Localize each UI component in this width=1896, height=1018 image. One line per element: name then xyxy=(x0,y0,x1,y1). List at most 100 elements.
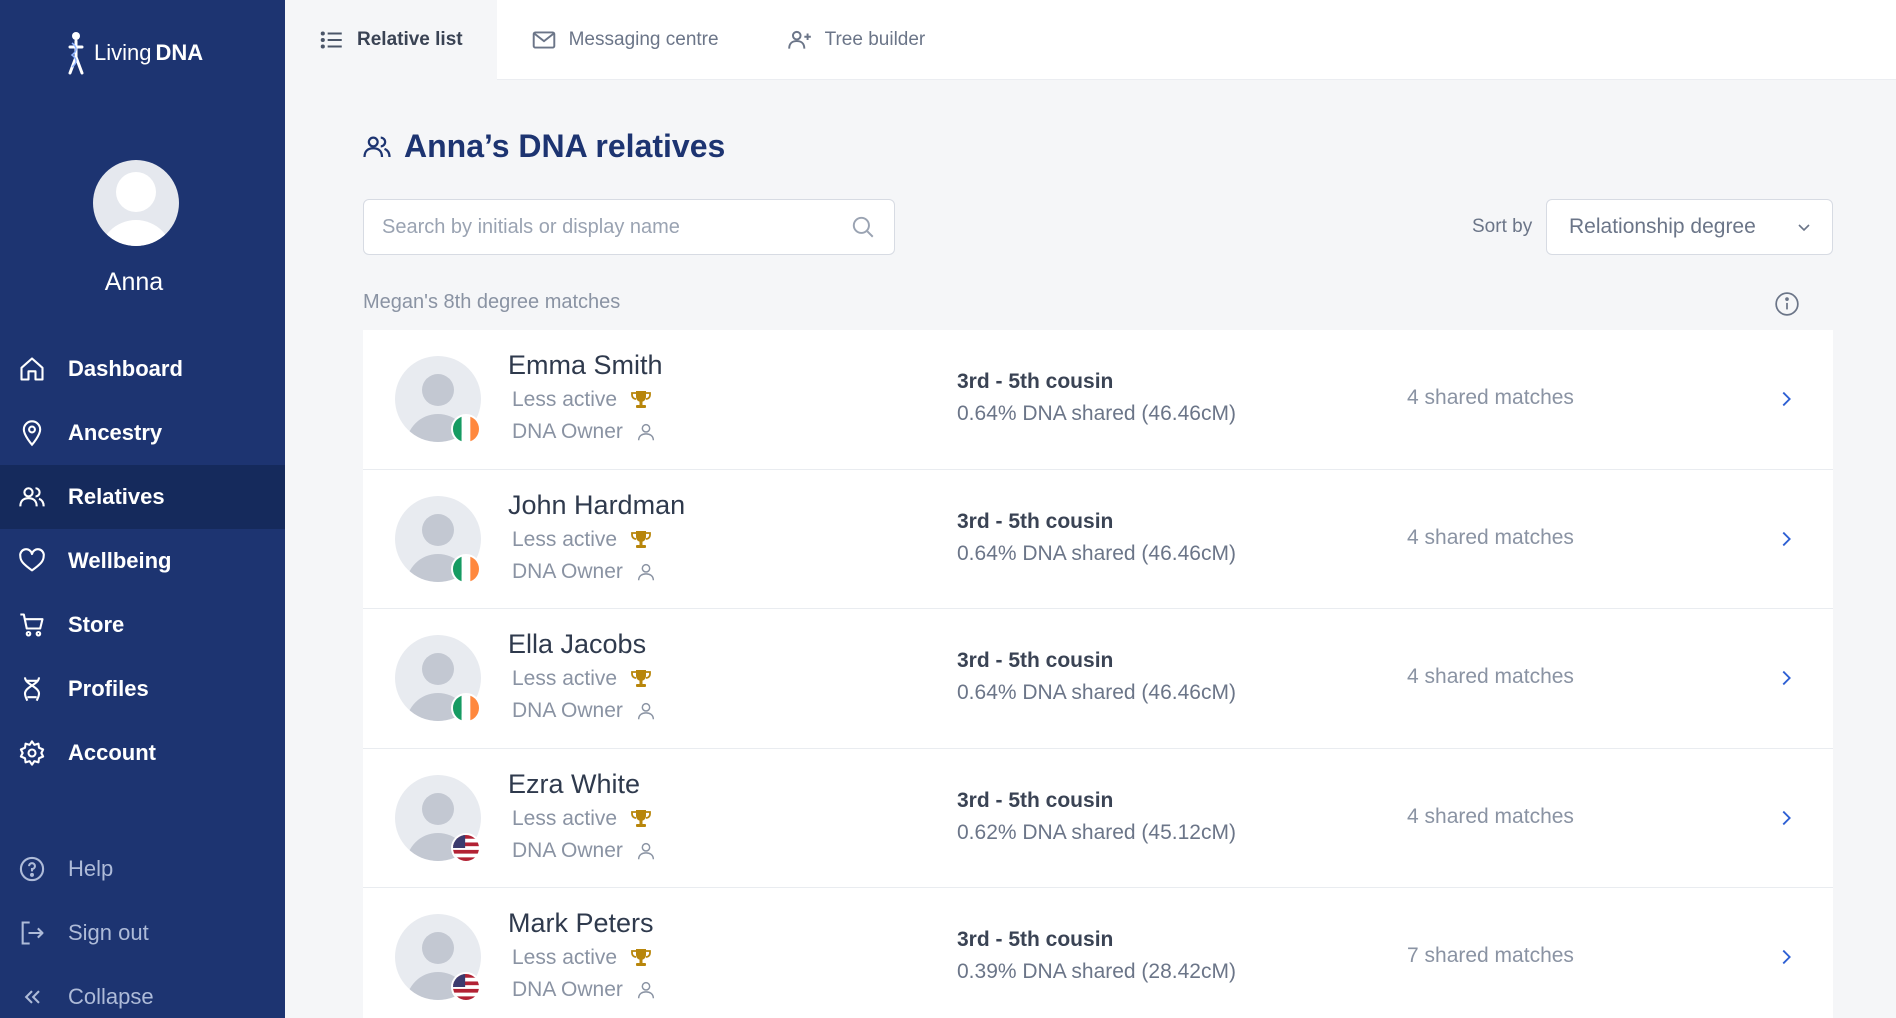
sidebar-item-label: Dashboard xyxy=(68,356,183,381)
ireland-flag-icon xyxy=(451,414,481,444)
info-icon[interactable] xyxy=(1774,291,1800,317)
tab-relative-list[interactable]: Relative list xyxy=(285,0,497,80)
shared-matches: 4 shared matches xyxy=(1407,804,1574,828)
chevron-down-icon xyxy=(1798,224,1810,232)
trophy-icon xyxy=(631,391,651,408)
search-input[interactable] xyxy=(382,215,850,239)
tab-label: Tree builder xyxy=(824,29,926,50)
relative-owner: DNA Owner xyxy=(512,699,657,723)
relative-row[interactable]: Mark Peters Less active DNA Owner 3rd - … xyxy=(363,888,1833,1018)
relative-row[interactable]: Ella Jacobs Less active DNA Owner 3rd - … xyxy=(363,609,1833,749)
trophy-icon xyxy=(631,809,651,827)
dna-shared: 0.39% DNA shared (28.42cM) xyxy=(957,960,1236,983)
sidebar-item-collapse[interactable]: Collapse xyxy=(0,965,285,1018)
dna-figure-icon xyxy=(68,32,84,75)
sidebar-item-label: Store xyxy=(68,612,125,637)
relative-name: Ezra White xyxy=(508,768,641,799)
relative-owner: DNA Owner xyxy=(512,978,657,1002)
section-label: Megan's 8th degree matches xyxy=(363,291,621,313)
sidebar-nav: Dashboard Ancestry Relatives Wellbeing S… xyxy=(0,337,285,785)
sidebar: Living DNA Anna Dashboard Ancestry Relat… xyxy=(0,0,285,1018)
page-title-text: Anna’s DNA relatives xyxy=(404,128,726,164)
list-icon xyxy=(320,31,342,49)
tab-label: Relative list xyxy=(357,29,463,50)
ireland-flag-icon xyxy=(451,553,481,584)
relative-name: Emma Smith xyxy=(508,350,663,380)
owner-text: DNA Owner xyxy=(512,420,623,443)
sidebar-item-label: Profiles xyxy=(68,676,149,701)
heart-icon xyxy=(19,548,45,572)
relative-owner: DNA Owner xyxy=(512,560,657,584)
gear-icon xyxy=(19,740,45,766)
relative-activity: Less active xyxy=(512,946,653,970)
user-name: Anna xyxy=(104,268,164,296)
relationship-degree: 3rd - 5th cousin xyxy=(957,928,1114,951)
dna-shared: 0.64% DNA shared (46.46cM) xyxy=(957,681,1236,704)
sidebar-item-label: Account xyxy=(68,740,156,765)
relative-row[interactable]: Ezra White Less active DNA Owner 3rd - 5… xyxy=(363,749,1833,888)
shared-matches: 4 shared matches xyxy=(1407,525,1574,549)
sidebar-item-store[interactable]: Store xyxy=(0,593,285,657)
sidebar-item-account[interactable]: Account xyxy=(0,721,285,785)
mail-icon xyxy=(532,31,555,49)
sidebar-item-ancestry[interactable]: Ancestry xyxy=(0,401,285,465)
dna-shared: 0.62% DNA shared (45.12cM) xyxy=(957,820,1236,844)
relative-row[interactable]: John Hardman Less active DNA Owner 3rd -… xyxy=(363,470,1833,609)
usa-flag-icon xyxy=(451,832,481,863)
sign-out-icon xyxy=(21,921,44,945)
relative-name: John Hardman xyxy=(508,489,686,520)
sidebar-item-help[interactable]: Help xyxy=(0,837,285,901)
user-avatar[interactable] xyxy=(93,160,179,246)
sidebar-item-profiles[interactable]: Profiles xyxy=(0,657,285,721)
sort-label: Sort by xyxy=(1472,216,1533,237)
chevron-right-icon[interactable] xyxy=(1775,946,1797,968)
logo-word-dna: DNA xyxy=(155,40,204,65)
activity-text: Less active xyxy=(512,527,618,551)
usa-flag-icon xyxy=(451,972,481,1002)
trophy-icon xyxy=(631,530,651,548)
add-person-icon xyxy=(787,30,811,49)
sidebar-item-label: Ancestry xyxy=(68,420,163,445)
search-icon[interactable] xyxy=(850,214,876,240)
relative-activity: Less active xyxy=(512,807,653,831)
relative-name: Mark Peters xyxy=(508,908,654,938)
chevron-right-icon[interactable] xyxy=(1775,388,1797,410)
help-icon xyxy=(19,856,45,882)
sort-select[interactable]: Relationship degree xyxy=(1546,199,1833,255)
activity-text: Less active xyxy=(512,667,618,690)
sidebar-item-relatives[interactable]: Relatives xyxy=(0,465,285,529)
activity-text: Less active xyxy=(512,388,618,411)
shared-matches: 4 shared matches xyxy=(1407,665,1574,688)
person-icon xyxy=(637,423,654,441)
shared-matches: 4 shared matches xyxy=(1407,386,1574,409)
sort-value: Relationship degree xyxy=(1569,215,1756,238)
sidebar-item-sign-out[interactable]: Sign out xyxy=(0,901,285,965)
activity-text: Less active xyxy=(512,806,618,830)
relative-row[interactable]: Emma Smith Less active DNA Owner 3rd - 5… xyxy=(363,330,1833,470)
search-box xyxy=(363,199,895,255)
tab-tree-builder[interactable]: Tree builder xyxy=(753,0,960,80)
tab-label: Messaging centre xyxy=(568,29,719,50)
ireland-flag-icon xyxy=(451,693,481,723)
dna-icon xyxy=(23,677,41,702)
logo-word-living: Living xyxy=(94,40,152,65)
sidebar-item-wellbeing[interactable]: Wellbeing xyxy=(0,529,285,593)
owner-text: DNA Owner xyxy=(512,978,623,1001)
living-dna-logo[interactable]: Living DNA xyxy=(62,30,203,76)
chevron-right-icon[interactable] xyxy=(1775,528,1797,550)
chevron-right-icon[interactable] xyxy=(1775,807,1797,829)
double-chevron-left-icon xyxy=(24,990,40,1004)
page-title: Anna’s DNA relatives xyxy=(362,128,725,165)
dna-shared: 0.64% DNA shared (46.46cM) xyxy=(957,541,1236,565)
chevron-right-icon[interactable] xyxy=(1775,667,1797,689)
person-icon xyxy=(637,981,654,999)
tab-messaging-centre[interactable]: Messaging centre xyxy=(497,0,753,80)
map-pin-icon xyxy=(22,420,42,447)
owner-text: DNA Owner xyxy=(512,699,623,722)
relationship-degree: 3rd - 5th cousin xyxy=(957,788,1114,812)
owner-text: DNA Owner xyxy=(512,559,623,583)
sidebar-item-label: Collapse xyxy=(68,984,154,1009)
owner-text: DNA Owner xyxy=(512,838,623,862)
sidebar-item-label: Relatives xyxy=(68,484,165,509)
sidebar-item-dashboard[interactable]: Dashboard xyxy=(0,337,285,401)
